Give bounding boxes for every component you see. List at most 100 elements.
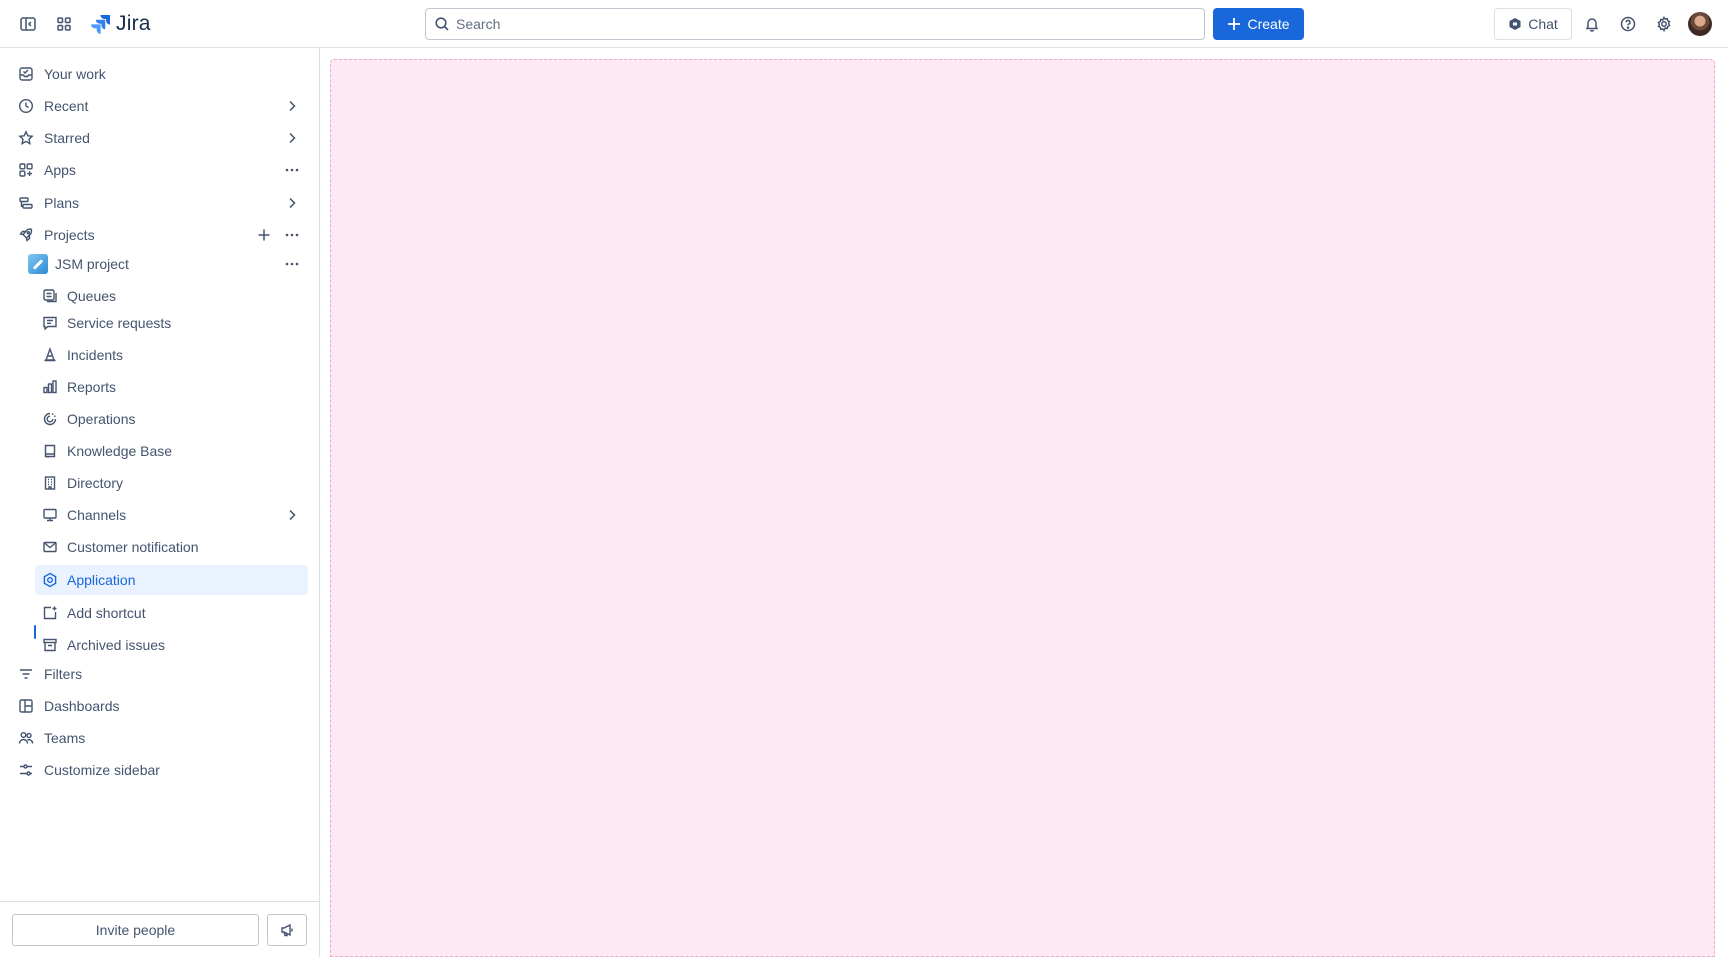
sidebar-item-archived-issues[interactable]: Archived issues [10, 630, 308, 660]
help-icon[interactable] [1614, 10, 1642, 38]
sidebar-item-directory[interactable]: Directory [10, 468, 308, 498]
app-switcher-icon[interactable] [50, 10, 78, 38]
rocket-icon [19, 228, 33, 242]
chevron-right-icon[interactable] [284, 195, 300, 211]
create-button[interactable]: Create [1213, 8, 1304, 40]
sidebar-item-label: Queues [67, 288, 117, 304]
clock-icon [18, 98, 34, 114]
plans-icon [19, 197, 33, 209]
chat-button-label: Chat [1528, 16, 1558, 32]
sidebar-item-label: Starred [44, 130, 90, 146]
sidebar-item-label: Archived issues [67, 637, 166, 653]
sidebar-item-label: Projects [44, 227, 95, 243]
sidebar-item-channels[interactable]: Channels [10, 500, 308, 530]
sidebar-item-label: Plans [44, 195, 80, 211]
star-icon [18, 130, 34, 145]
sidebar-item-label: Directory [67, 475, 124, 491]
sidebar-item-add-shortcut[interactable]: Add shortcut [10, 598, 308, 628]
building-icon [44, 476, 56, 490]
avatar[interactable] [1688, 12, 1712, 36]
search-input[interactable]: Search [425, 8, 1205, 40]
chat-bot-icon [1509, 18, 1521, 30]
app-name: Jira [116, 12, 151, 35]
more-icon[interactable] [284, 256, 300, 272]
sidebar-item-operations[interactable]: Operations [10, 404, 308, 434]
sidebar-item-label: Reports [67, 379, 117, 395]
people-icon [18, 732, 34, 744]
jira-logo[interactable]: Jira [90, 11, 151, 37]
chevron-right-icon[interactable] [284, 507, 300, 523]
sidebar-item-label: Filters [44, 666, 83, 682]
sidebar-item-projects[interactable]: Projects [10, 220, 308, 250]
sidebar-item-label: Customize sidebar [44, 762, 160, 778]
chevron-right-icon[interactable] [284, 98, 300, 114]
sidebar-item-queues[interactable]: Queues [10, 281, 308, 311]
cone-icon [44, 347, 56, 362]
sidebar-item-application[interactable]: Application [35, 565, 308, 595]
queues-icon [43, 289, 57, 303]
sidebar-item-dashboards[interactable]: Dashboards [10, 691, 308, 721]
chart-icon [43, 380, 57, 394]
sidebar-item-label: Customer notification [67, 539, 199, 555]
sidebar-item-label: Service requests [67, 315, 172, 331]
sidebar: Your work Recent Starred Apps Plans Proj… [0, 48, 320, 957]
sidebar-item-your-work[interactable]: Your work [10, 59, 308, 89]
sidebar-item-reports[interactable]: Reports [10, 372, 308, 402]
sidebar-item-label: Teams [44, 730, 86, 746]
sidebar-item-apps[interactable]: Apps [10, 155, 308, 185]
archive-icon [43, 638, 57, 652]
project-avatar [28, 254, 48, 274]
more-icon[interactable] [284, 227, 300, 243]
invite-people-button[interactable]: Invite people [12, 914, 259, 946]
sidebar-item-filters[interactable]: Filters [10, 659, 308, 689]
envelope-icon [43, 541, 57, 553]
search-icon [435, 17, 449, 31]
sidebar-item-label: Application [67, 572, 136, 588]
sidebar-footer: Invite people [0, 901, 320, 957]
create-button-label: Create [1247, 16, 1290, 32]
monitor-icon [43, 508, 57, 522]
more-icon[interactable] [284, 162, 300, 178]
dashboard-icon [19, 699, 33, 713]
filter-icon [20, 669, 32, 679]
sidebar-item-jsm-project[interactable]: JSM project [10, 249, 308, 279]
gear-icon[interactable] [1650, 10, 1678, 38]
jira-logo-icon [91, 15, 110, 34]
search-placeholder: Search [456, 16, 501, 32]
invite-people-label: Invite people [95, 922, 176, 938]
sidebar-item-label: Channels [67, 507, 127, 523]
operations-icon [43, 412, 57, 426]
add-shortcut-icon [43, 606, 57, 620]
plus-icon[interactable] [256, 227, 272, 243]
megaphone-icon [281, 923, 293, 937]
top-navigation-bar: Jira Search Create Chat [0, 0, 1728, 48]
plus-icon [1228, 18, 1241, 30]
sidebar-item-label: Add shortcut [67, 605, 146, 621]
sidebar-item-label: Incidents [67, 347, 124, 363]
feedback-button[interactable] [267, 914, 307, 946]
sidebar-item-label: Apps [44, 162, 76, 178]
main-content-area [330, 59, 1715, 957]
chat-button[interactable]: Chat [1494, 8, 1572, 40]
sidebar-item-incidents[interactable]: Incidents [10, 340, 308, 370]
sidebar-item-service-requests[interactable]: Service requests [10, 308, 308, 338]
sidebar-item-customer-notification[interactable]: Customer notification [10, 532, 308, 562]
sidebar-item-customize-sidebar[interactable]: Customize sidebar [10, 755, 308, 785]
sidebar-item-teams[interactable]: Teams [10, 723, 308, 753]
sidebar-item-knowledge-base[interactable]: Knowledge Base [10, 436, 308, 466]
sidebar-item-label: Knowledge Base [67, 443, 173, 459]
sidebar-item-label: Recent [44, 98, 89, 114]
inbox-icon [19, 67, 33, 81]
sidebar-item-plans[interactable]: Plans [10, 188, 308, 218]
bell-icon[interactable] [1578, 10, 1606, 38]
sidebar-item-label: Operations [67, 411, 136, 427]
chevron-right-icon[interactable] [284, 130, 300, 146]
book-icon [44, 444, 56, 458]
sidebar-item-label: JSM project [55, 256, 129, 272]
sidebar-item-label: Dashboards [44, 698, 120, 714]
sidebar-item-label: Your work [44, 66, 106, 82]
sidebar-item-starred[interactable]: Starred [10, 123, 308, 153]
sidebar-toggle-icon[interactable] [14, 10, 42, 38]
sliders-icon [20, 764, 32, 776]
sidebar-item-recent[interactable]: Recent [10, 91, 308, 121]
